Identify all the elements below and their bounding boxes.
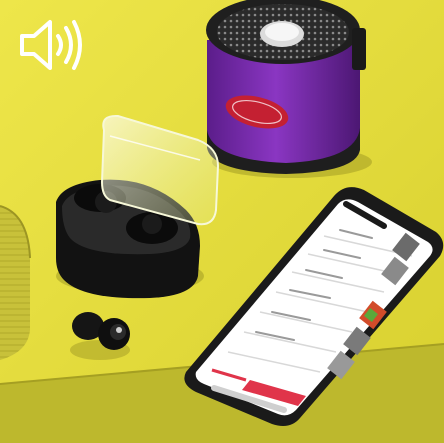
sound-toggle-button[interactable]: [14, 14, 86, 76]
product-photo: [0, 0, 444, 443]
speaker-volume-icon: [20, 20, 82, 70]
purple-bluetooth-speaker: [206, 0, 366, 174]
